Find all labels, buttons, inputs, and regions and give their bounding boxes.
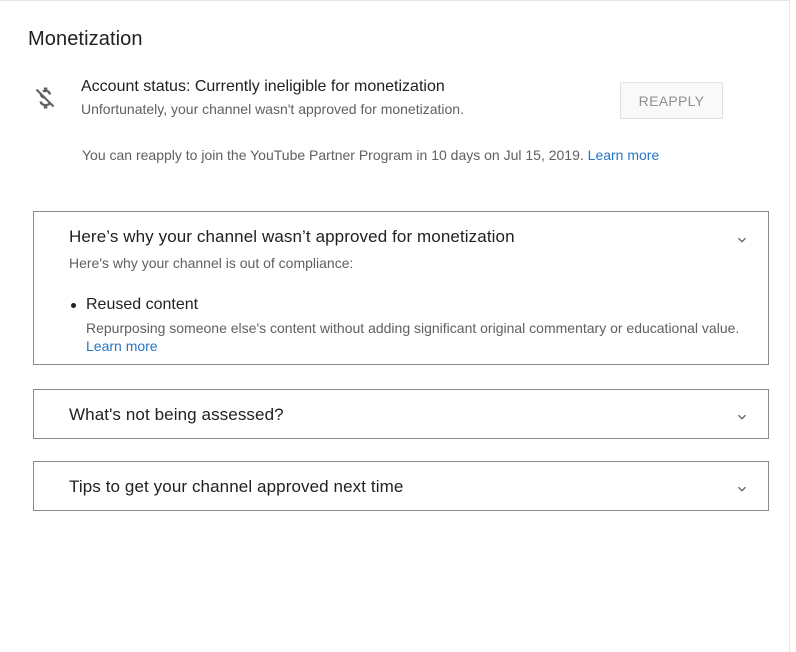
monetization-card: Monetization Account status: Currently i… xyxy=(0,0,790,652)
reason-body-text: Repurposing someone else's content witho… xyxy=(86,320,740,336)
chevron-down-icon[interactable] xyxy=(734,232,750,248)
chevron-down-icon[interactable] xyxy=(734,481,750,497)
panel-why-not-approved: Here’s why your channel wasn’t approved … xyxy=(33,211,769,365)
page: Monetization Account status: Currently i… xyxy=(0,0,796,652)
reason-body: Repurposing someone else's content witho… xyxy=(86,319,756,355)
panel-not-assessed[interactable]: What's not being assessed? xyxy=(33,389,769,439)
reapply-note: You can reapply to join the YouTube Part… xyxy=(82,147,659,163)
reason-title: Reused content xyxy=(86,296,199,313)
section-title: Monetization xyxy=(28,28,143,50)
account-status-subtitle: Unfortunately, your channel wasn't appro… xyxy=(81,101,464,117)
reapply-button[interactable]: REAPPLY xyxy=(620,82,723,119)
bullet-dot xyxy=(71,303,76,308)
panel-tips-title[interactable]: Tips to get your channel approved next t… xyxy=(69,477,403,497)
panel-why-not-approved-description: Here's why your channel is out of compli… xyxy=(69,255,354,271)
account-status-title: Account status: Currently ineligible for… xyxy=(81,78,445,95)
money-off-icon xyxy=(35,87,55,109)
reapply-note-text: You can reapply to join the YouTube Part… xyxy=(82,147,584,163)
chevron-down-icon[interactable] xyxy=(734,409,750,425)
panel-not-assessed-title[interactable]: What's not being assessed? xyxy=(69,405,284,425)
reapply-learn-more-link[interactable]: Learn more xyxy=(588,147,660,163)
panel-tips[interactable]: Tips to get your channel approved next t… xyxy=(33,461,769,511)
reason-learn-more-link[interactable]: Learn more xyxy=(86,338,158,354)
panel-why-not-approved-title[interactable]: Here’s why your channel wasn’t approved … xyxy=(69,227,515,247)
